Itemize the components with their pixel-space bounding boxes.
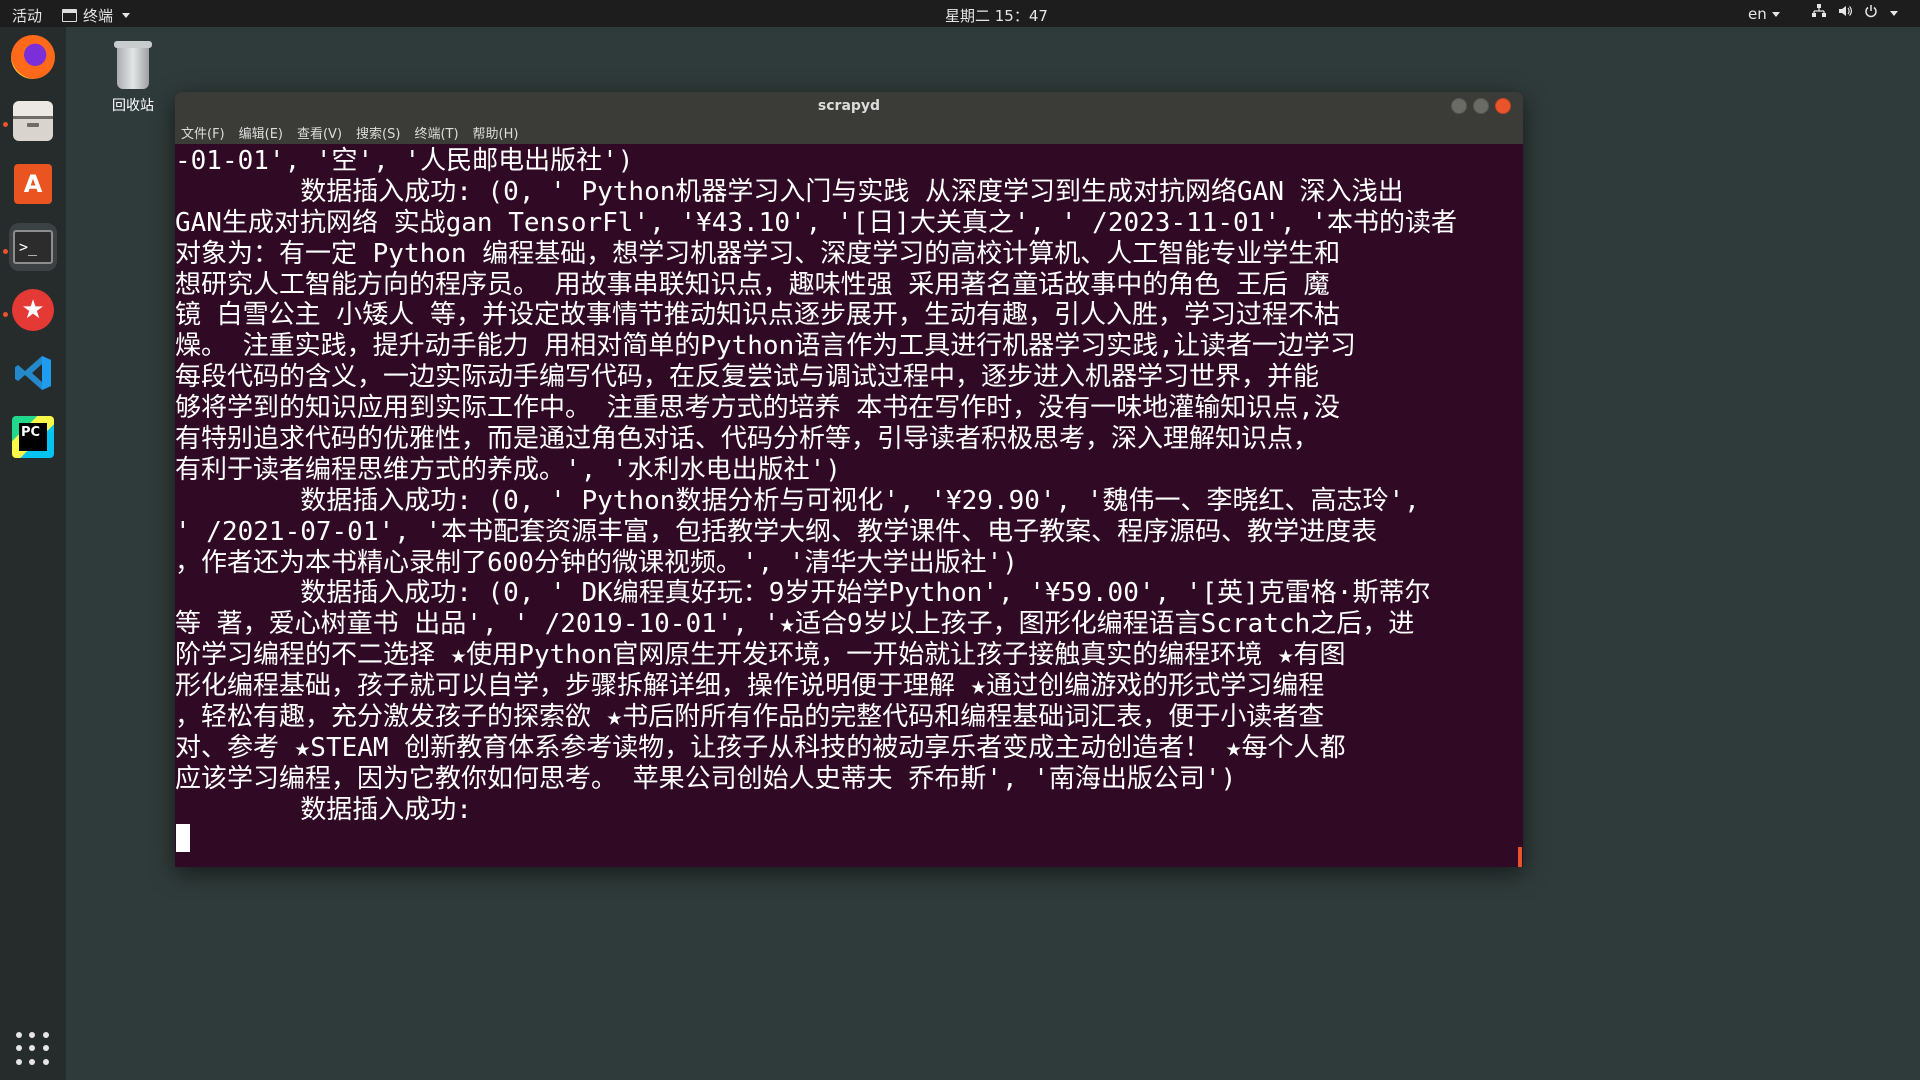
- terminal-line: 形化编程基础，孩子就可以自学，步骤拆解详细，操作说明便于理解 ★通过创编游戏的形…: [175, 671, 1325, 702]
- dock-software-store[interactable]: A: [9, 160, 57, 208]
- terminal-window: scrapyd 文件(F) 编辑(E) 查看(V) 搜索(S) 终端(T) 帮助…: [175, 92, 1523, 867]
- postman-icon: ★: [12, 289, 54, 331]
- window-titlebar[interactable]: scrapyd: [175, 92, 1523, 120]
- menu-help[interactable]: 帮助(H): [473, 123, 519, 142]
- terminal-line: 燥。 注重实践，提升动手能力 用相对简单的Python语言作为工具进行机器学习实…: [175, 331, 1356, 362]
- terminal-line: 数据插入成功: (0, ' DK编程真好玩：9岁开始学Python', '¥59…: [175, 578, 1431, 609]
- dock-files[interactable]: [9, 97, 57, 145]
- chevron-down-icon: [1890, 10, 1898, 16]
- language-indicator[interactable]: en: [1748, 5, 1780, 23]
- app-menu-label: 终端: [83, 7, 114, 25]
- menu-terminal[interactable]: 终端(T): [414, 123, 458, 142]
- menu-search[interactable]: 搜索(S): [356, 123, 400, 142]
- dock-pycharm[interactable]: PC: [9, 413, 57, 461]
- maximize-button[interactable]: [1473, 98, 1489, 114]
- terminal-line: ，作者还为本书精心录制了600分钟的微课视频。', '清华大学出版社'): [175, 547, 1018, 578]
- menubar: 文件(F) 编辑(E) 查看(V) 搜索(S) 终端(T) 帮助(H): [175, 120, 1523, 144]
- dock: A >_ ★ PC: [0, 27, 66, 1080]
- activities-button[interactable]: 活动: [12, 5, 42, 26]
- power-icon: [1864, 4, 1878, 22]
- window-controls: [1451, 98, 1511, 114]
- trash-icon: [114, 41, 152, 89]
- menu-edit[interactable]: 编辑(E): [239, 123, 283, 142]
- terminal-line: -01-01', '空', '人民邮电出版社'): [175, 146, 634, 176]
- language-label: en: [1748, 5, 1767, 23]
- terminal-line: 数据插入成功:: [175, 794, 472, 825]
- terminal-icon: >_: [13, 230, 53, 264]
- terminal-line: 等 著，爱心树童书 出品', ' /2019-10-01', '★适合9岁以上孩…: [175, 609, 1415, 640]
- menu-file[interactable]: 文件(F): [181, 123, 225, 142]
- vscode-icon: [12, 352, 54, 394]
- terminal-line: 有利于读者编程思维方式的养成。', '水利水电出版社'): [175, 454, 841, 485]
- terminal-line: 镜 白雪公主 小矮人 等，并设定故事情节推动知识点逐步展开，生动有趣，引人入胜，…: [175, 300, 1340, 331]
- chevron-down-icon: [1771, 12, 1780, 17]
- running-indicator: [3, 312, 8, 317]
- terminal-line: 对、参考 ★STEAM 创新教育体系参考读物，让孩子从科技的被动享乐者变成主动创…: [175, 732, 1346, 763]
- pycharm-glyph: PC: [19, 423, 47, 451]
- terminal-mini-icon: [62, 9, 77, 22]
- dock-firefox[interactable]: [9, 33, 57, 81]
- terminal-line: 想研究人工智能方向的程序员。 用故事串联知识点，趣味性强 采用著名童话故事中的角…: [175, 269, 1330, 300]
- terminal-line: ，轻松有趣，充分激发孩子的探索欲 ★书后附所有作品的完整代码和编程基础词汇表，便…: [175, 702, 1325, 733]
- minimize-button[interactable]: [1451, 98, 1467, 114]
- volume-icon: [1838, 4, 1852, 22]
- dock-terminal[interactable]: >_: [9, 223, 57, 271]
- terminal-line: 有特别追求代码的优雅性，而是通过角色对话、代码分析等，引导读者积极思考，深入理解…: [175, 424, 1320, 455]
- running-indicator: [3, 249, 8, 254]
- terminal-line: 阶学习编程的不二选择 ★使用Python官网原生开发环境，一开始就让孩子接触真实…: [175, 640, 1346, 671]
- close-button[interactable]: [1495, 98, 1511, 114]
- pycharm-icon: PC: [12, 416, 54, 458]
- terminal-line: GAN生成对抗网络 实战gan TensorFl', '¥43.10', '[日…: [175, 207, 1457, 238]
- menu-view[interactable]: 查看(V): [297, 123, 342, 142]
- desktop-trash[interactable]: 回收站: [104, 41, 162, 115]
- clock[interactable]: 星期二 15：47: [945, 5, 1048, 26]
- terminal-line: 够将学到的知识应用到实际工作中。 注重思考方式的培养 本书在写作时，没有一味地灌…: [175, 393, 1340, 424]
- firefox-icon: [11, 35, 55, 79]
- software-store-icon: A: [14, 164, 52, 204]
- terminal-line: 每段代码的含义，一边实际动手编写代码，在反复尝试与调试过程中，逐步进入机器学习世…: [175, 362, 1320, 393]
- files-icon: [13, 101, 53, 141]
- running-indicator: [3, 122, 8, 127]
- terminal-line: 数据插入成功: (0, ' Python数据分析与可视化', '¥29.90',…: [175, 485, 1420, 516]
- scrollbar[interactable]: [1518, 847, 1522, 867]
- terminal-line: 数据插入成功: (0, ' Python机器学习入门与实践 从深度学习到生成对抗…: [175, 176, 1404, 207]
- chevron-down-icon: [122, 13, 131, 18]
- top-panel: 活动 终端 星期二 15：47 en: [0, 0, 1920, 27]
- system-tray[interactable]: [1812, 4, 1898, 22]
- terminal-cursor: [176, 824, 190, 852]
- terminal-line: 对象为：有一定 Python 编程基础，想学习机器学习、深度学习的高校计算机、人…: [175, 238, 1341, 269]
- dock-postman[interactable]: ★: [9, 286, 57, 334]
- terminal-output[interactable]: -01-01', '空', '人民邮电出版社') 数据插入成功: (0, ' P…: [175, 144, 1523, 867]
- show-applications-icon[interactable]: [16, 1032, 50, 1066]
- terminal-line: 应该学习编程，因为它教你如何思考。 苹果公司创始人史蒂夫 乔布斯', '南海出版…: [175, 763, 1237, 794]
- network-icon: [1812, 4, 1826, 22]
- dock-vscode[interactable]: [9, 349, 57, 397]
- terminal-line: ' /2021-07-01', '本书配套资源丰富，包括教学大纲、教学课件、电子…: [175, 516, 1378, 547]
- app-menu[interactable]: 终端: [62, 5, 131, 26]
- trash-label: 回收站: [112, 98, 154, 114]
- window-title: scrapyd: [817, 98, 881, 114]
